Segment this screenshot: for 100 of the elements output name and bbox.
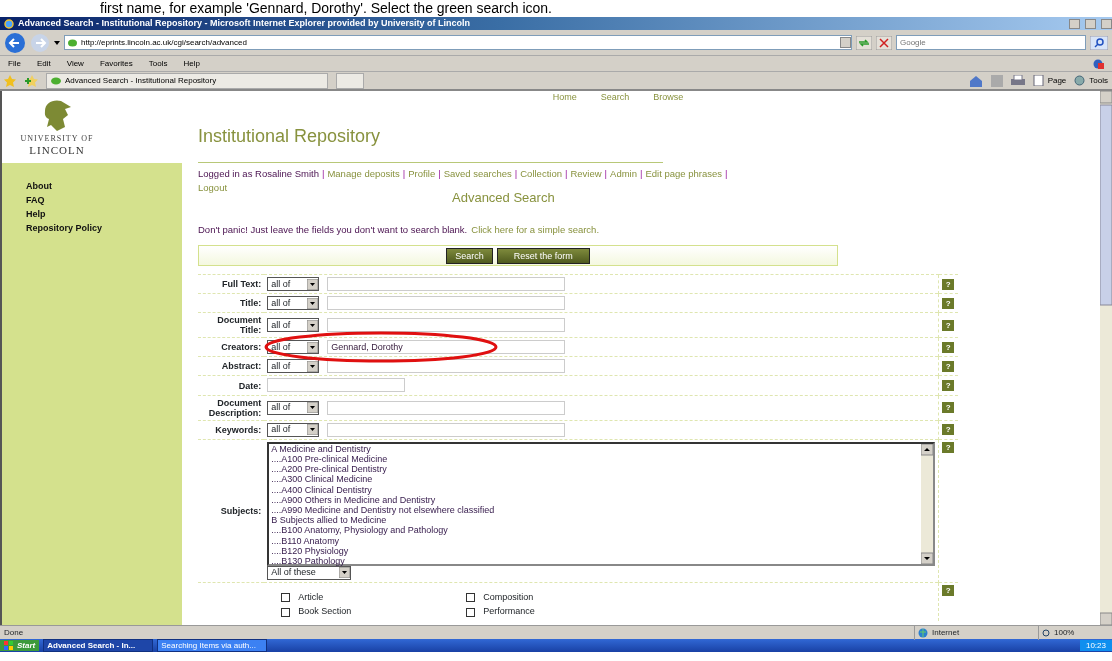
text-field[interactable]: Gennard, Dorothy: [327, 340, 566, 355]
text-field[interactable]: [327, 422, 566, 437]
nav-link[interactable]: Search: [600, 91, 630, 115]
globe-icon: [918, 627, 928, 638]
subject-option[interactable]: ....A900 Others in Medicine and Dentistry: [271, 494, 922, 505]
taskbar-button[interactable]: Advanced Search - In...: [43, 639, 154, 652]
match-select[interactable]: all of: [267, 422, 320, 437]
nav-link[interactable]: Home: [552, 91, 577, 115]
field-label: Abstract:: [221, 361, 262, 372]
help-button[interactable]: ?: [942, 380, 955, 391]
clock: 10:23: [1079, 640, 1112, 651]
scrollbar-icon[interactable]: [921, 443, 934, 564]
help-button[interactable]: ?: [942, 424, 955, 436]
checkbox[interactable]: [466, 593, 476, 602]
subject-option[interactable]: ....B100 Anatomy, Physiology and Pathology: [271, 525, 922, 536]
checkbox[interactable]: [281, 607, 291, 617]
help-button[interactable]: ?: [942, 584, 955, 596]
menu-item[interactable]: View: [66, 56, 84, 71]
browser-logo-icon: [4, 18, 14, 29]
user-link[interactable]: Collection: [520, 167, 562, 182]
caret-icon[interactable]: [54, 40, 60, 45]
text-field[interactable]: [327, 400, 566, 415]
start-button[interactable]: Start: [0, 640, 40, 651]
subject-option[interactable]: A Medicine and Dentistry: [271, 443, 922, 454]
help-button[interactable]: ?: [942, 402, 955, 414]
reset-button[interactable]: Reset the form: [496, 247, 590, 264]
command-button[interactable]: Page: [1032, 74, 1067, 87]
printer-icon[interactable]: [1010, 74, 1025, 87]
slide-caption: first name, for example 'Gennard, Dorothy'. Select the green search icon.: [99, 0, 553, 17]
checkbox-label: Composition: [483, 590, 534, 604]
sidebar-link[interactable]: About: [26, 179, 182, 193]
menu-item[interactable]: Tools: [148, 56, 168, 71]
user-link[interactable]: Admin: [610, 167, 637, 182]
magnifier-icon: [1042, 628, 1050, 637]
subject-option[interactable]: ....A300 Clinical Medicine: [271, 474, 922, 485]
sidebar-link[interactable]: FAQ: [26, 193, 182, 207]
user-link[interactable]: Profile: [408, 167, 436, 182]
help-button[interactable]: ?: [942, 341, 955, 353]
command-button[interactable]: Tools: [1074, 74, 1108, 87]
vertical-scrollbar[interactable]: [1100, 91, 1112, 625]
subject-option[interactable]: ....A990 Medicine and Dentistry not elsewhere classified: [271, 504, 922, 516]
home-icon[interactable]: [968, 74, 983, 87]
address-field[interactable]: http://eprints.lincoln.ac.uk/cgi/search/advanced: [64, 35, 852, 50]
search-button[interactable]: Search: [446, 247, 493, 264]
user-link[interactable]: Manage deposits: [327, 167, 400, 182]
match-select[interactable]: all of: [267, 400, 320, 415]
menu-item[interactable]: Help: [183, 56, 200, 71]
simple-search-link[interactable]: Click here for a simple search.: [471, 223, 600, 238]
search-field[interactable]: Google: [896, 35, 1086, 50]
help-button[interactable]: ?: [942, 278, 955, 290]
star-icon[interactable]: [4, 74, 16, 87]
browser-tab[interactable]: Advanced Search - Institutional Repository: [46, 72, 328, 89]
subject-list[interactable]: [267, 441, 936, 566]
nav-link[interactable]: Browse: [653, 91, 684, 115]
help-button[interactable]: ?: [942, 360, 955, 372]
help-button[interactable]: ?: [942, 297, 955, 309]
subject-option[interactable]: ....B130 Pathology: [271, 556, 922, 567]
stop-x-icon[interactable]: [876, 35, 892, 50]
subject-option[interactable]: ....A200 Pre-clinical Dentistry: [271, 464, 922, 475]
user-link[interactable]: Saved searches: [443, 167, 512, 182]
subject-option[interactable]: B Subjects allied to Medicine: [271, 515, 922, 526]
checkbox-label: Article: [298, 590, 324, 604]
subject-option[interactable]: ....A100 Pre-clinical Medicine: [271, 453, 922, 465]
login-status: Logged in as Rosaline Smith: [198, 167, 319, 181]
separator: |: [564, 167, 568, 181]
text-field[interactable]: [327, 277, 566, 292]
subject-option[interactable]: ....B120 Physiology: [271, 545, 922, 556]
field-label: Full Text:: [221, 279, 262, 290]
match-select[interactable]: all of: [267, 277, 320, 292]
separator: |: [725, 167, 728, 181]
menu-item[interactable]: Edit: [36, 56, 51, 71]
sidebar-link[interactable]: Help: [26, 207, 182, 221]
page-heading: Institutional Repository: [198, 125, 382, 148]
subject-option[interactable]: ....A400 Clinical Dentistry: [271, 484, 922, 495]
user-link[interactable]: Edit page phrases: [645, 167, 723, 182]
match-select[interactable]: all of: [267, 359, 320, 374]
taskbar-button[interactable]: Searching Items via auth...: [157, 639, 268, 652]
toolbar-badge-icon[interactable]: [1092, 58, 1104, 69]
section-title: Advanced Search: [452, 188, 556, 207]
menu-item[interactable]: Favorites: [99, 56, 133, 71]
leaf-icon: [51, 76, 61, 85]
checkbox[interactable]: [281, 593, 291, 602]
checkbox[interactable]: [466, 607, 476, 617]
text-field[interactable]: [327, 318, 566, 333]
date-field[interactable]: [267, 378, 406, 393]
subject-option[interactable]: ....B110 Anatomy: [271, 535, 922, 546]
match-select[interactable]: all of: [267, 296, 320, 311]
help-button[interactable]: ?: [942, 441, 955, 453]
add-star-icon[interactable]: [24, 74, 38, 87]
help-button[interactable]: ?: [942, 319, 955, 331]
search-icon[interactable]: [1090, 35, 1108, 50]
leaf-icon: [68, 38, 77, 47]
user-link[interactable]: Logout: [198, 181, 228, 196]
separator: |: [402, 167, 406, 181]
user-link[interactable]: Review: [570, 167, 602, 182]
match-select[interactable]: all of: [267, 318, 320, 333]
sidebar-link[interactable]: Repository Policy: [26, 221, 182, 235]
menu-item[interactable]: File: [8, 56, 21, 71]
text-field[interactable]: [327, 296, 566, 311]
refresh-arrows-icon[interactable]: [856, 35, 872, 50]
